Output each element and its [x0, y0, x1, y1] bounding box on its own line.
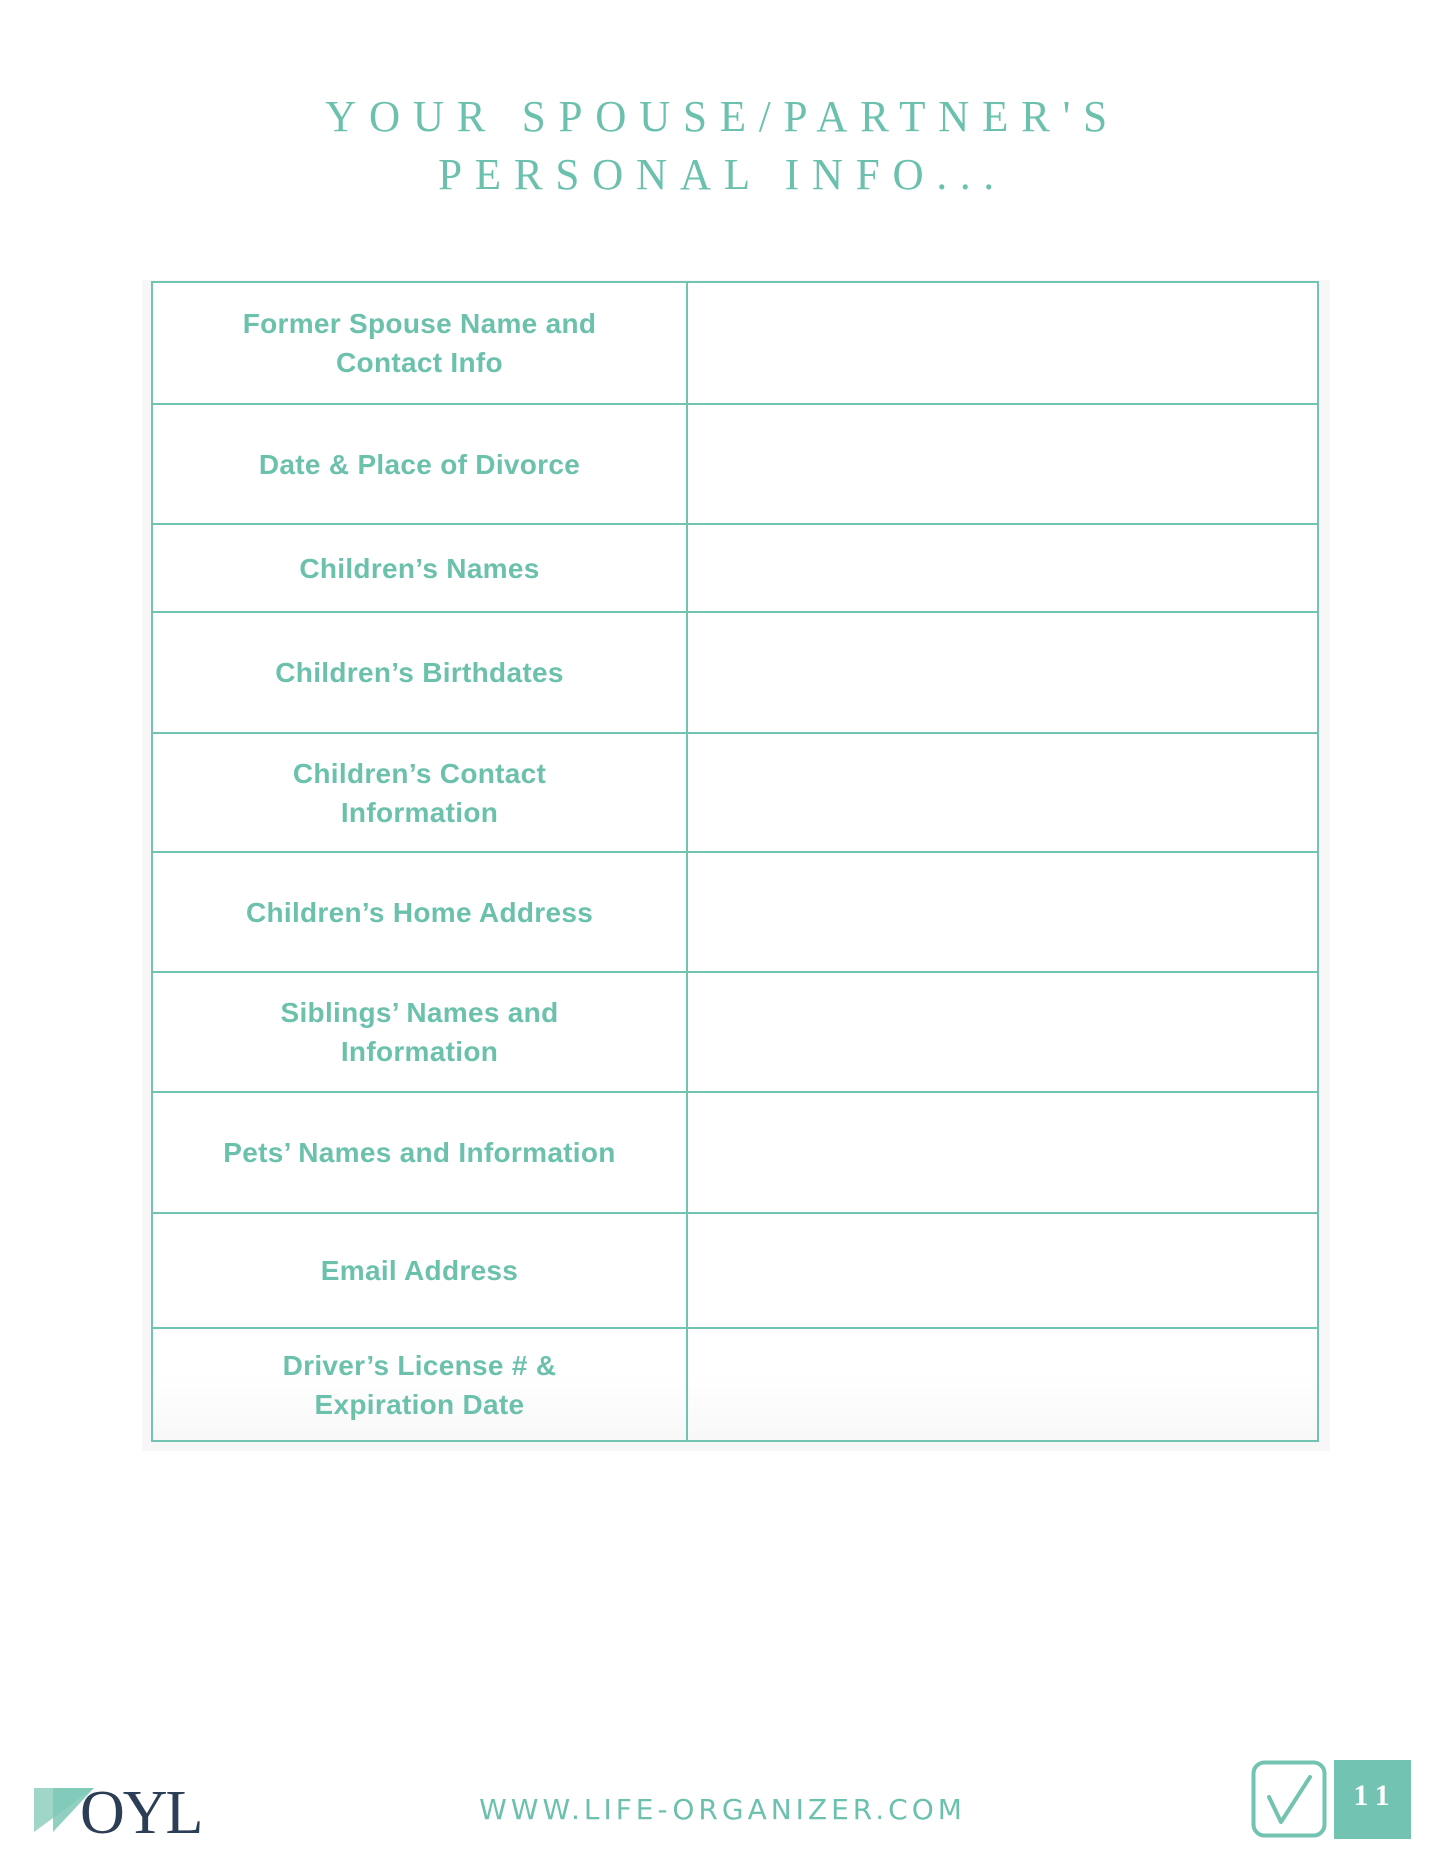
row-label: Children’s Birthdates	[153, 613, 688, 732]
row-label: Pets’ Names and Information	[153, 1093, 688, 1212]
row-label-line: Driver’s License # &	[282, 1349, 557, 1381]
row-label-line: Information	[340, 1036, 499, 1067]
row-label-line: Children’s Contact	[292, 757, 547, 789]
row-label: Former Spouse Name and Contact Info	[153, 283, 688, 403]
table-row: Date & Place of Divorce	[153, 403, 1317, 523]
row-label: Date & Place of Divorce	[153, 405, 688, 523]
row-label-line: Children’s Home Address	[245, 896, 594, 928]
row-label: Driver’s License # & Expiration Date	[153, 1329, 688, 1440]
divorce-date-place-field[interactable]	[688, 405, 1317, 523]
former-spouse-field[interactable]	[688, 283, 1317, 403]
row-label-line: Children’s Names	[299, 552, 540, 584]
childrens-contact-field[interactable]	[688, 734, 1317, 851]
row-label-line: Email Address	[320, 1255, 519, 1286]
table-row: Driver’s License # & Expiration Date	[153, 1327, 1317, 1440]
row-label: Siblings’ Names and Information	[153, 973, 688, 1091]
row-label-line: Date & Place of Divorce	[258, 448, 581, 480]
table-row: Children’s Contact Information	[153, 732, 1317, 851]
page-title-line-2: PERSONAL INFO...	[438, 150, 1007, 199]
row-label: Children’s Names	[153, 525, 688, 611]
table-row: Pets’ Names and Information	[153, 1091, 1317, 1212]
page-title: YOUR SPOUSE/PARTNER'S PERSONAL INFO...	[14, 88, 1430, 204]
row-label: Email Address	[153, 1214, 688, 1327]
pets-info-field[interactable]	[688, 1093, 1317, 1212]
childrens-birthdates-field[interactable]	[688, 613, 1317, 732]
email-address-field[interactable]	[688, 1214, 1317, 1327]
website-url: WWW.LIFE-ORGANIZER.COM	[479, 1793, 966, 1826]
row-label: Children’s Home Address	[153, 853, 688, 971]
row-label-line: Former Spouse Name and	[242, 308, 597, 339]
table-row: Children’s Names	[153, 523, 1317, 611]
childrens-home-address-field[interactable]	[688, 853, 1317, 971]
table-row: Siblings’ Names and Information	[153, 971, 1317, 1091]
table-row: Children’s Birthdates	[153, 611, 1317, 732]
page-title-line-1: YOUR SPOUSE/PARTNER'S	[325, 92, 1120, 141]
row-label-line: Siblings’ Names and	[280, 997, 559, 1028]
row-label-line: Expiration Date	[314, 1388, 525, 1420]
table-row: Former Spouse Name and Contact Info	[153, 283, 1317, 403]
checkbox-check-icon	[1251, 1760, 1327, 1838]
page-number-badge: 11	[1334, 1760, 1411, 1839]
childrens-names-field[interactable]	[688, 525, 1317, 611]
table-row: Email Address	[153, 1212, 1317, 1327]
row-label: Children’s Contact Information	[153, 734, 688, 851]
row-label-line: Children’s Birthdates	[275, 657, 564, 688]
drivers-license-field[interactable]	[688, 1329, 1317, 1440]
row-label-line: Contact Info	[336, 347, 503, 378]
personal-info-table: Former Spouse Name and Contact Info Date…	[151, 281, 1319, 1442]
table-row: Children’s Home Address	[153, 851, 1317, 971]
siblings-info-field[interactable]	[688, 973, 1317, 1091]
row-label-line: Information	[340, 796, 499, 828]
row-label-line: Pets’ Names and Information	[223, 1137, 616, 1168]
